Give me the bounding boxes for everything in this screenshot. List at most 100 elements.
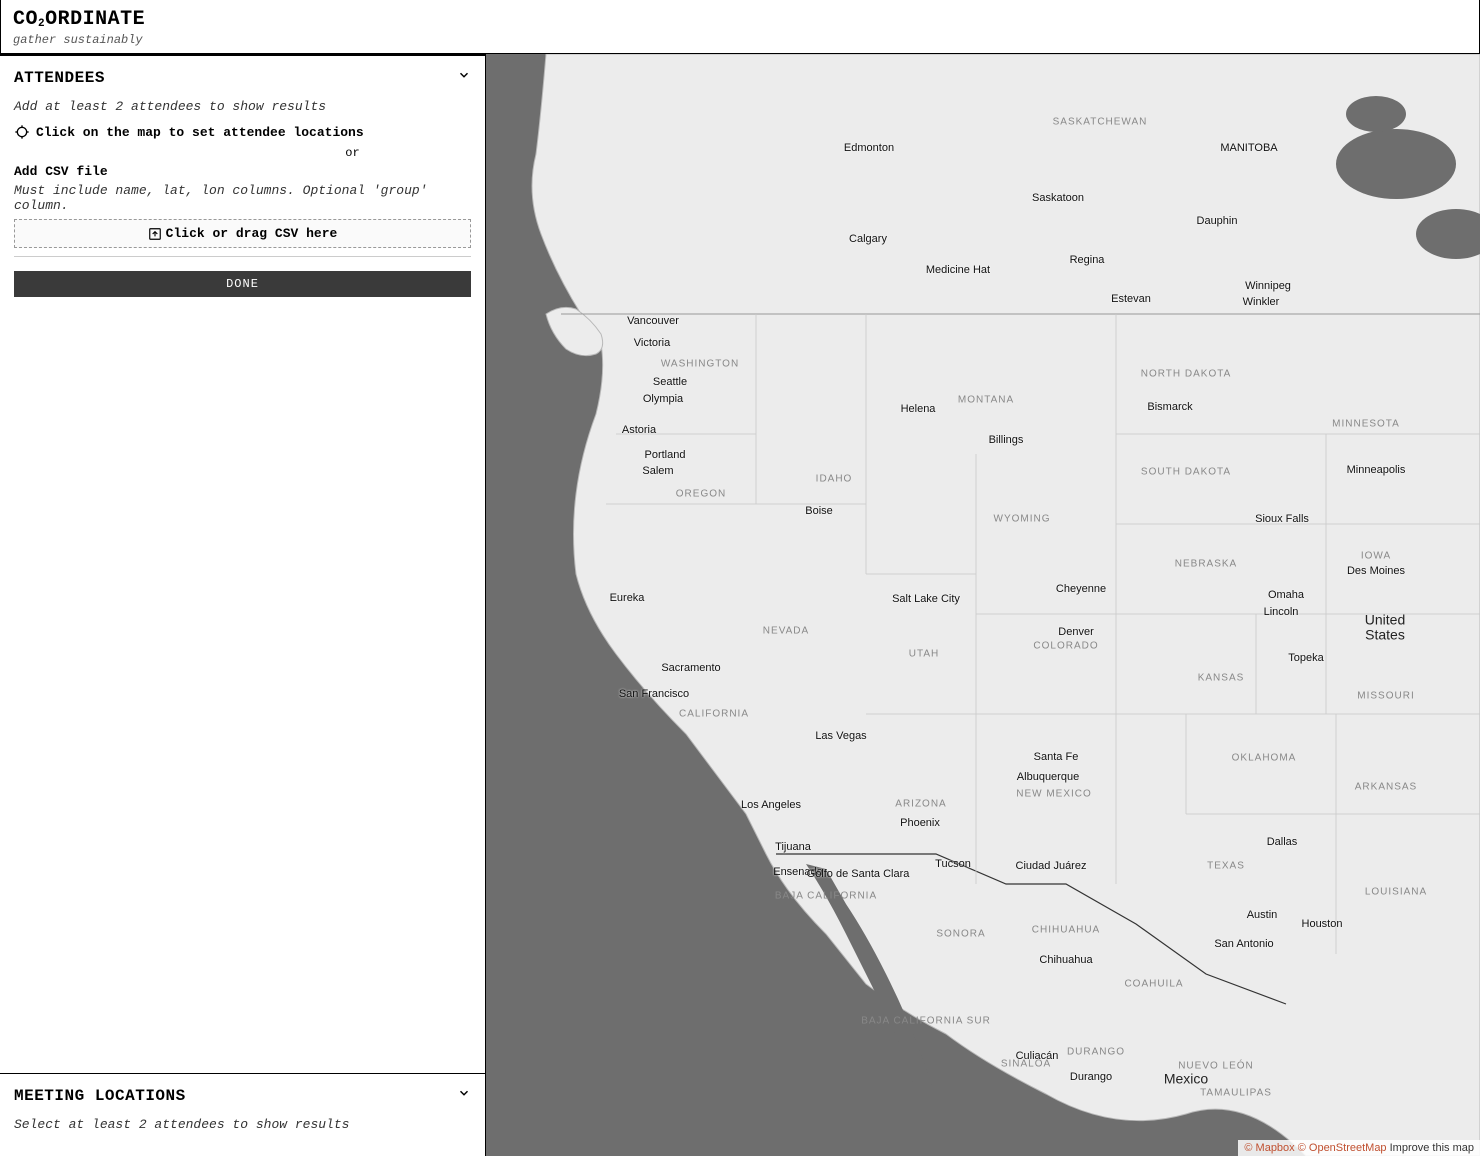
map-city-label: San Francisco [619, 688, 689, 700]
csv-hint: Must include name, lat, lon columns. Opt… [14, 183, 471, 213]
map-region-label: MINNESOTA [1332, 419, 1400, 430]
map-region-label: OKLAHOMA [1232, 753, 1297, 764]
map-city-label: Winkler [1243, 296, 1280, 308]
meeting-header[interactable]: MEETING LOCATIONS [0, 1074, 485, 1117]
map-city-label: Tijuana [775, 841, 811, 853]
map-city-label: Des Moines [1347, 565, 1405, 577]
map-city-label: Helena [901, 403, 936, 415]
map-city-label: Ciudad Juárez [1016, 860, 1087, 872]
meeting-hint: Select at least 2 attendees to show resu… [14, 1117, 471, 1132]
map-region-label: NEW MEXICO [1016, 789, 1092, 800]
attendees-title: ATTENDEES [14, 69, 105, 87]
map-region-label: SASKATCHEWAN [1053, 117, 1148, 128]
app-title: CO2ORDINATE [13, 8, 1467, 31]
map-city-label: Victoria [634, 337, 670, 349]
map-city-label: MANITOBA [1220, 142, 1277, 154]
map-city-label: Boise [805, 505, 833, 517]
map-region-label: ARIZONA [895, 799, 946, 810]
map-city-label: Phoenix [900, 817, 940, 829]
map-city-label: Chihuahua [1039, 954, 1092, 966]
map-city-label: Winnipeg [1245, 280, 1291, 292]
map-city-label: Olympia [643, 393, 683, 405]
attendees-header[interactable]: ATTENDEES [0, 56, 485, 99]
map-region-label: WYOMING [994, 514, 1051, 525]
map-region-label: SOUTH DAKOTA [1141, 467, 1231, 478]
map-city-label: Astoria [622, 424, 656, 436]
map-city-label: Tucson [935, 858, 971, 870]
map-city-label: Estevan [1111, 293, 1151, 305]
map-tiles [486, 54, 1480, 1156]
map-region-label: TEXAS [1207, 861, 1245, 872]
map-city-label: Calgary [849, 233, 887, 245]
map-city-label: Eureka [610, 592, 645, 604]
map-region-label: TAMAULIPAS [1200, 1088, 1272, 1099]
map-city-label: Dallas [1267, 836, 1298, 848]
map-city-label: Sacramento [661, 662, 720, 674]
map-region-label: NEVADA [763, 626, 809, 637]
attendees-section: ATTENDEES Add at least 2 attendees to sh… [0, 54, 485, 1073]
map-region-label: WASHINGTON [661, 358, 739, 369]
or-separator: or [234, 146, 471, 160]
map-city-label: Durango [1070, 1071, 1112, 1083]
map-region-label: LOUISIANA [1365, 887, 1427, 898]
map-region-label: MONTANA [958, 395, 1014, 406]
map-city-label: San Antonio [1214, 938, 1273, 950]
map-region-label: IOWA [1361, 551, 1391, 562]
map-region-label: NORTH DAKOTA [1141, 369, 1232, 380]
attendees-hint: Add at least 2 attendees to show results [14, 99, 471, 114]
map-country-label: Mexico [1164, 1071, 1208, 1086]
chevron-down-icon [457, 1086, 471, 1105]
map-city-label: Billings [989, 434, 1024, 446]
meeting-section: MEETING LOCATIONS Select at least 2 atte… [0, 1073, 485, 1156]
csv-dropzone[interactable]: Click or drag CSV here [14, 219, 471, 248]
map-city-label: Cheyenne [1056, 583, 1106, 595]
map-region-label: NUEVO LEÓN [1178, 1061, 1254, 1072]
map-attribution: © Mapbox © OpenStreetMap Improve this ma… [1238, 1140, 1480, 1156]
map-city-label: Los Angeles [741, 799, 801, 811]
map-city-label: Austin [1247, 909, 1278, 921]
map-region-label: SONORA [936, 929, 985, 940]
map-region-label: IDAHO [816, 474, 853, 485]
map-region-label: OREGON [676, 489, 726, 500]
map-city-label: Salem [642, 465, 673, 477]
map-city-label: Vancouver [627, 315, 679, 327]
map-region-label: COLORADO [1033, 641, 1098, 652]
map-region-label: UTAH [909, 649, 939, 660]
meeting-title: MEETING LOCATIONS [14, 1087, 186, 1105]
map-city-label: Bismarck [1147, 401, 1192, 413]
map-city-label: Topeka [1288, 652, 1323, 664]
mapbox-link[interactable]: © Mapbox [1244, 1142, 1294, 1154]
map-city-label: Golfo de Santa Clara [807, 868, 910, 880]
map-city-label: Regina [1070, 254, 1105, 266]
map-region-label: BAJA CALIFORNIA [775, 891, 877, 902]
map-city-label: Seattle [653, 376, 687, 388]
map-region-label: NEBRASKA [1175, 559, 1237, 570]
map-region-label: CALIFORNIA [679, 709, 749, 720]
map-city-label: Edmonton [844, 142, 894, 154]
done-button[interactable]: DONE [14, 271, 471, 297]
app-tagline: gather sustainably [13, 33, 1467, 47]
osm-link[interactable]: © OpenStreetMap [1298, 1142, 1387, 1154]
sidebar: ATTENDEES Add at least 2 attendees to sh… [0, 54, 486, 1156]
map-region-label: CHIHUAHUA [1032, 925, 1100, 936]
map-city-label: Minneapolis [1347, 464, 1406, 476]
improve-map-link[interactable]: Improve this map [1390, 1142, 1474, 1154]
map-region-label: KANSAS [1198, 673, 1245, 684]
chevron-down-icon [457, 68, 471, 87]
crosshair-icon [14, 124, 30, 140]
map-city-label: Lincoln [1264, 606, 1299, 618]
map-region-label: COAHUILA [1124, 979, 1183, 990]
map-region-label: BAJA CALIFORNIA SUR [861, 1016, 991, 1027]
map-city-label: Dauphin [1197, 215, 1238, 227]
map-city-label: Salt Lake City [892, 593, 960, 605]
map[interactable]: UnitedStatesMexicoSASKATCHEWANWASHINGTON… [486, 54, 1480, 1156]
app-header: CO2ORDINATE gather sustainably [0, 0, 1480, 54]
divider [14, 256, 471, 257]
csv-label: Add CSV file [14, 164, 471, 179]
map-region-label: ARKANSAS [1355, 782, 1417, 793]
map-region-label: MISSOURI [1357, 691, 1414, 702]
map-city-label: Sioux Falls [1255, 513, 1309, 525]
map-city-label: Las Vegas [815, 730, 866, 742]
map-city-label: Culiacán [1016, 1050, 1059, 1062]
map-city-label: Albuquerque [1017, 771, 1079, 783]
